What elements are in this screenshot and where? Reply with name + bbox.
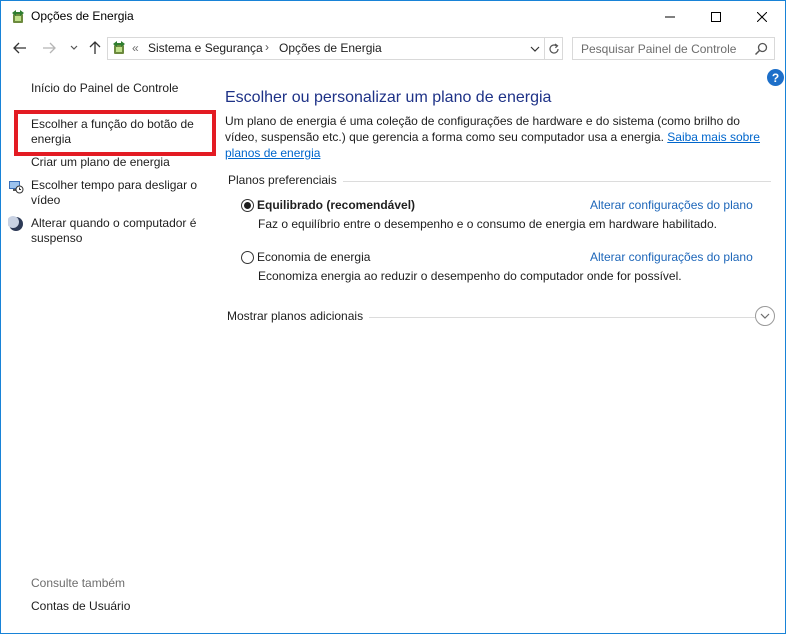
arrow-up-icon	[89, 41, 101, 54]
description-text: Um plano de energia é uma coleção de con…	[225, 114, 740, 144]
search-icon[interactable]	[753, 41, 769, 57]
preferred-plans-heading: Planos preferenciais	[228, 173, 343, 187]
plan-radio-balanced[interactable]	[241, 199, 254, 212]
plan-radio-power-saver[interactable]	[241, 251, 254, 264]
navigation-bar: « Sistema e Segurança › Opções de Energi…	[1, 32, 785, 66]
breadcrumb-system-security[interactable]: Sistema e Segurança	[148, 41, 263, 55]
maximize-icon	[711, 11, 721, 22]
page-title: Escolher ou personalizar um plano de ene…	[225, 89, 552, 106]
recent-locations-button[interactable]	[66, 40, 82, 56]
plan-name-balanced[interactable]: Equilibrado (recomendável)	[257, 198, 415, 212]
minimize-button[interactable]	[647, 1, 693, 32]
expand-more-plans-button[interactable]	[755, 306, 775, 326]
page-description: Um plano de energia é uma coleção de con…	[225, 113, 771, 161]
user-accounts-link[interactable]: Contas de Usuário	[31, 599, 130, 613]
breadcrumb-separator[interactable]: ›	[265, 40, 269, 54]
arrow-left-icon	[13, 42, 26, 54]
control-panel-icon	[111, 40, 127, 56]
plan-name-power-saver[interactable]: Economia de energia	[257, 250, 370, 264]
change-plan-settings-link[interactable]: Alterar configurações do plano	[590, 198, 753, 212]
address-bar[interactable]: « Sistema e Segurança › Opções de Energi…	[107, 37, 563, 60]
close-button[interactable]	[739, 1, 785, 32]
power-options-window: Opções de Energia « Sistema e Segurança …	[0, 0, 786, 634]
chevron-down-icon	[760, 313, 770, 319]
moon-icon	[7, 216, 24, 232]
title-bar: Opções de Energia	[1, 1, 785, 32]
plan-description: Economiza energia ao reduzir o desempenh…	[258, 269, 682, 283]
help-button[interactable]: ?	[767, 69, 784, 86]
forward-button[interactable]	[41, 40, 57, 56]
show-more-plans-label[interactable]: Mostrar planos adicionais	[227, 309, 370, 323]
arrow-right-icon	[43, 42, 56, 54]
up-button[interactable]	[87, 40, 103, 56]
breadcrumb-power-options[interactable]: Opções de Energia	[279, 41, 382, 55]
search-placeholder[interactable]: Pesquisar Painel de Controle	[581, 42, 736, 56]
address-dropdown-button[interactable]	[527, 41, 543, 57]
change-sleep-time-link[interactable]: Alterar quando o computador é suspenso	[31, 216, 201, 246]
choose-power-button-link[interactable]: Escolher a função do botão de energia	[31, 117, 213, 147]
see-also-heading: Consulte também	[31, 576, 126, 590]
back-button[interactable]	[12, 40, 28, 56]
choose-display-off-time-link[interactable]: Escolher tempo para desligar o vídeo	[31, 178, 201, 208]
chevron-down-icon	[530, 46, 540, 52]
help-icon: ?	[771, 70, 780, 85]
close-icon	[757, 11, 767, 22]
control-panel-home-link[interactable]: Início do Painel de Controle	[31, 81, 178, 96]
search-box[interactable]: Pesquisar Painel de Controle	[572, 37, 775, 60]
create-power-plan-link[interactable]: Criar um plano de energia	[31, 155, 170, 170]
window-title: Opções de Energia	[31, 9, 134, 23]
maximize-button[interactable]	[693, 1, 739, 32]
change-plan-settings-link[interactable]: Alterar configurações do plano	[590, 250, 753, 264]
refresh-icon	[549, 43, 559, 54]
plan-description: Faz o equilíbrio entre o desempenho e o …	[258, 217, 717, 231]
address-overflow[interactable]: «	[132, 41, 139, 55]
refresh-button[interactable]	[544, 38, 563, 59]
chevron-down-icon	[70, 45, 78, 50]
display-timer-icon	[8, 178, 24, 194]
minimize-icon	[665, 16, 675, 17]
power-options-icon	[10, 9, 26, 25]
